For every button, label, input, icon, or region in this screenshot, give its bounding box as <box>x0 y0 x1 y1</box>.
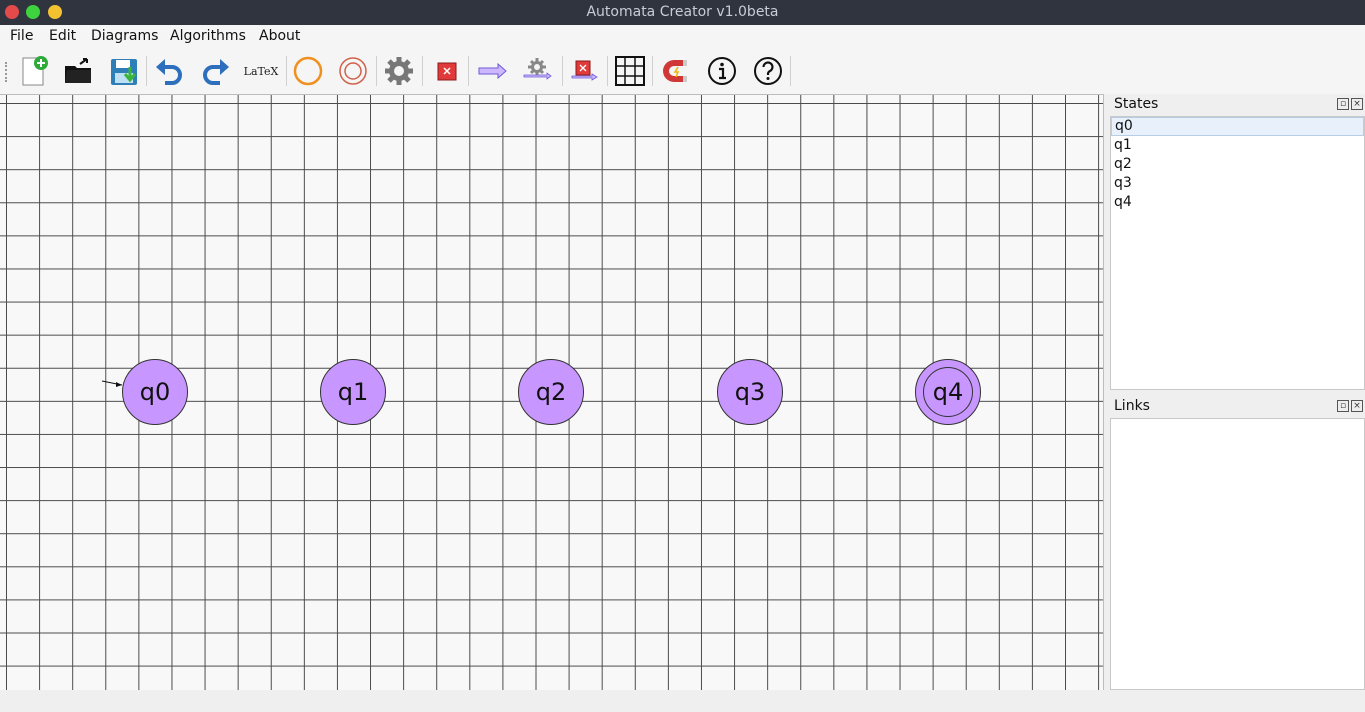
link-settings-button[interactable] <box>519 53 555 89</box>
add-final-state-icon <box>339 57 367 85</box>
menu-edit[interactable]: Edit <box>49 28 76 44</box>
magnet-button[interactable] <box>658 53 694 89</box>
info-button[interactable] <box>704 53 740 89</box>
toggle-grid-button[interactable] <box>612 53 648 89</box>
states-list-item[interactable]: q4 <box>1111 193 1364 212</box>
toolbar-separator <box>146 56 147 86</box>
menu-about[interactable]: About <box>259 28 300 44</box>
states-panel: States ▫ × q0 q1 q2 q3 q4 <box>1110 94 1365 390</box>
close-panel-button[interactable]: × <box>1351 98 1363 110</box>
new-document-button[interactable] <box>15 53 51 89</box>
close-panel-button[interactable]: × <box>1351 400 1363 412</box>
states-list-item[interactable]: q1 <box>1111 136 1364 155</box>
info-icon <box>708 57 736 85</box>
help-button[interactable] <box>750 53 786 89</box>
menu-bar: File Edit Diagrams Algorithms About <box>0 25 1365 48</box>
states-list-item[interactable]: q2 <box>1111 155 1364 174</box>
open-folder-icon <box>65 58 91 83</box>
state-q2[interactable]: q2 <box>518 359 584 425</box>
states-list[interactable]: q0 q1 q2 q3 q4 <box>1110 116 1365 390</box>
state-settings-button[interactable] <box>381 53 417 89</box>
title-bar: Automata Creator v1.0beta <box>0 0 1365 25</box>
undo-icon <box>156 59 182 85</box>
magnet-icon <box>663 60 687 82</box>
state-label: q1 <box>337 378 369 406</box>
float-panel-button[interactable]: ▫ <box>1337 98 1349 110</box>
states-list-item[interactable]: q0 <box>1111 117 1364 136</box>
state-q1[interactable]: q1 <box>320 359 386 425</box>
links-panel-title: Links <box>1114 398 1150 414</box>
menu-algorithms[interactable]: Algorithms <box>170 28 246 44</box>
redo-button[interactable] <box>198 53 234 89</box>
state-label: q4 <box>932 378 964 406</box>
window-title: Automata Creator v1.0beta <box>586 4 779 20</box>
float-panel-button[interactable]: ▫ <box>1337 400 1349 412</box>
state-q3[interactable]: q3 <box>717 359 783 425</box>
export-latex-button[interactable]: LaTeX <box>243 53 279 89</box>
menu-file[interactable]: File <box>10 28 33 44</box>
toolbar-separator <box>468 56 469 86</box>
add-link-button[interactable] <box>474 53 510 89</box>
add-final-state-button[interactable] <box>335 53 371 89</box>
toolbar-grip[interactable] <box>5 62 10 82</box>
redo-icon <box>203 59 229 85</box>
link-settings-icon <box>523 58 552 80</box>
toolbar-separator <box>790 56 791 86</box>
links-panel: Links ▫ × <box>1110 396 1365 690</box>
toolbar-separator <box>422 56 423 86</box>
toolbar-separator <box>286 56 287 86</box>
state-q0[interactable]: q0 <box>122 359 188 425</box>
links-list[interactable] <box>1110 418 1365 690</box>
add-link-icon <box>478 62 507 80</box>
toolbar: LaTeX <box>0 48 1365 94</box>
delete-state-icon <box>437 62 457 81</box>
state-label: q3 <box>734 378 766 406</box>
state-label: q0 <box>139 378 171 406</box>
menu-diagrams[interactable]: Diagrams <box>91 28 158 44</box>
states-panel-title: States <box>1114 96 1159 112</box>
states-list-item[interactable]: q3 <box>1111 174 1364 193</box>
state-q4[interactable]: q4 <box>915 359 981 425</box>
delete-state-button[interactable] <box>428 53 464 89</box>
help-icon <box>754 57 782 85</box>
new-document-icon <box>22 56 48 86</box>
delete-link-icon <box>571 60 598 81</box>
status-bar <box>0 690 1365 712</box>
toolbar-separator <box>562 56 563 86</box>
save-button[interactable] <box>106 53 142 89</box>
state-label: q2 <box>535 378 567 406</box>
toolbar-separator <box>652 56 653 86</box>
latex-icon: LaTeX <box>243 64 279 78</box>
toolbar-separator <box>376 56 377 86</box>
diagram-canvas[interactable]: q0 q1 q2 q3 q4 <box>0 94 1104 690</box>
toolbar-separator <box>607 56 608 86</box>
add-state-icon <box>293 56 323 86</box>
delete-link-button[interactable] <box>566 53 602 89</box>
undo-button[interactable] <box>151 53 187 89</box>
open-file-button[interactable] <box>60 53 96 89</box>
state-settings-icon <box>385 57 413 85</box>
save-icon <box>111 59 137 85</box>
add-state-button[interactable] <box>290 53 326 89</box>
grid-icon <box>615 56 645 86</box>
